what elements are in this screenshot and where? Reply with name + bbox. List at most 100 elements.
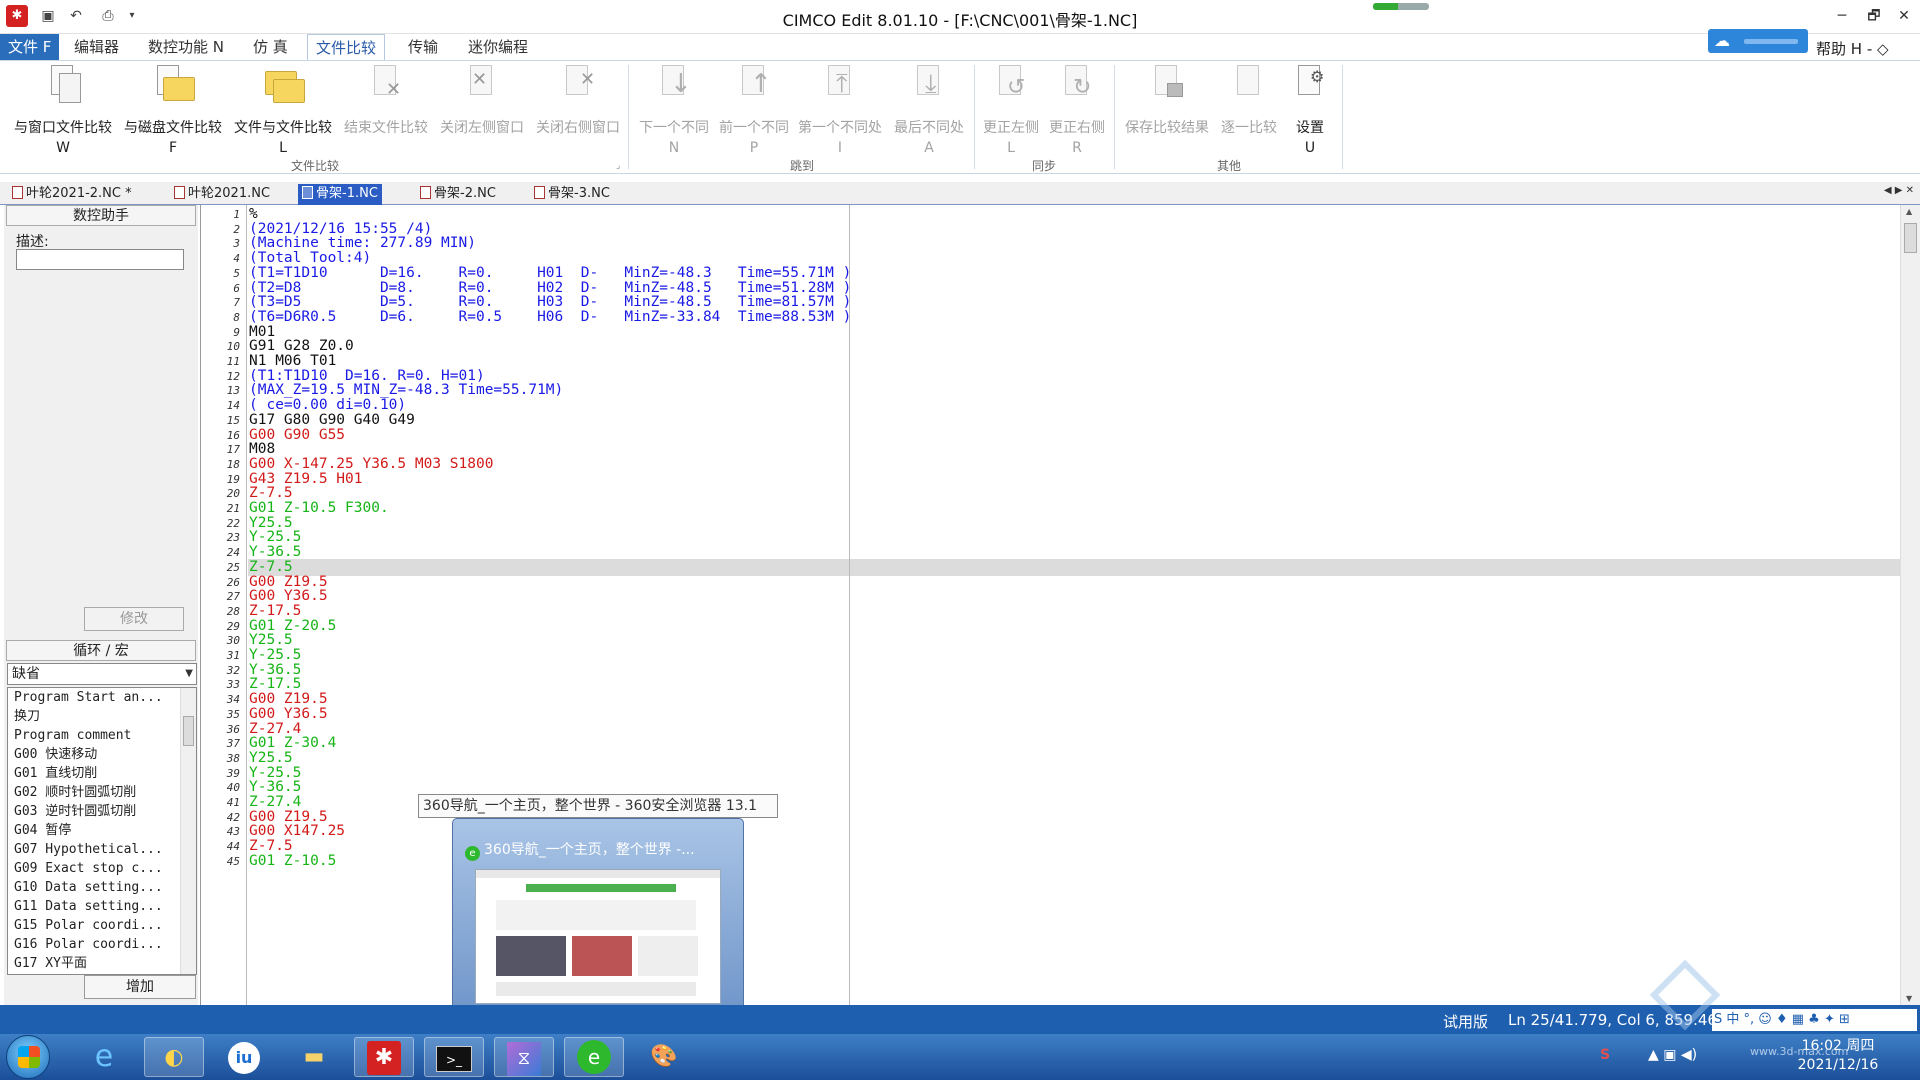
previous-difference-button[interactable]: ↑ 前一个不同 P [714,61,794,157]
correct-left-button[interactable]: ↺ 更正左侧 L [978,61,1044,157]
scroll-up-icon[interactable]: ▲ [1906,207,1912,216]
group-label-other: 其他 [1216,159,1241,173]
list-item[interactable]: G04 暂停 [8,821,168,840]
chevron-down-icon: ▼ [185,668,193,679]
list-item[interactable]: G16 Polar coordi... [8,935,168,954]
line-number: 19 [226,472,240,486]
terminal-icon[interactable]: >_ [424,1037,484,1077]
preview-title: 360导航_一个主页，整个世界 -... [484,842,695,858]
iw-icon[interactable]: iu [214,1037,274,1077]
tab-scroll-left-icon[interactable]: ◀ [1884,185,1892,196]
compare-with-disk-file-button[interactable]: 与磁盘文件比较 F [118,61,228,157]
line-number: 29 [226,619,240,633]
tab-transfer[interactable]: 传输 [400,34,446,60]
tray-icons[interactable]: ▲ ▣ ◀) [1648,1047,1697,1063]
assistant-title: 数控助手 [6,205,196,226]
tab-simulation[interactable]: 仿 真 [245,34,296,60]
list-item[interactable]: 换刀 [8,707,168,726]
doc-tab-impeller-2021-2[interactable]: 叶轮2021-2.NC * [8,184,136,205]
cycle-list[interactable]: Program Start an... 换刀 Program comment G… [7,687,197,975]
end-compare-button[interactable]: ✕ 结束文件比较 [338,61,434,157]
tab-nc-functions[interactable]: 数控功能 N [140,34,232,60]
line-number: 16 [226,428,240,442]
line-number: 20 [226,487,240,501]
line-number: 4 [233,252,240,266]
modify-button[interactable]: 修改 [84,607,184,631]
title-progress-bar [1373,3,1429,10]
list-item[interactable]: G01 直线切削 [8,764,168,783]
compare-with-window-button[interactable]: 与窗口文件比较 W [8,61,118,157]
close-right-window-button[interactable]: ✕ 关闭右侧窗口 [530,61,626,157]
line-number: 33 [226,678,240,692]
start-button[interactable] [6,1035,50,1079]
line-number: 24 [226,546,240,560]
description-input[interactable] [16,249,184,270]
list-item[interactable]: G10 Data setting... [8,878,168,897]
vs-icon[interactable]: ⧖ [494,1037,554,1077]
tab-file[interactable]: 文件 F [0,34,60,60]
close-button[interactable]: ✕ [1888,4,1920,28]
app-swirl-icon[interactable]: ◐ [144,1037,204,1077]
help-menu[interactable]: 帮助 H [1816,40,1862,58]
doc-tab-frame-1[interactable]: 骨架-1.NC [298,184,382,205]
nc-file-icon [302,186,313,199]
minimize-button[interactable]: ─ [1826,4,1858,28]
cloud-sync-button[interactable]: ☁ [1708,29,1808,53]
tab-mini-programming[interactable]: 迷你编程 [460,34,536,60]
correct-right-button[interactable]: ↻ 更正右侧 R [1044,61,1110,157]
browser-360-icon[interactable]: e [564,1037,624,1077]
line-number: 44 [226,840,240,854]
list-item[interactable]: G03 逆时针圆弧切削 [8,802,168,821]
save-compare-result-button[interactable]: 保存比较结果 [1118,61,1216,157]
list-item[interactable]: G07 Hypothetical... [8,840,168,859]
add-button[interactable]: 增加 [84,975,196,999]
last-difference-button[interactable]: ⤓ 最后不同处 A [886,61,972,157]
list-item[interactable]: Program Start an... [8,688,168,707]
paint-icon[interactable]: 🎨 [634,1037,694,1077]
help-extras[interactable]: - ◇ [1867,40,1889,58]
restore-button[interactable]: 🗗 [1858,4,1890,28]
list-item[interactable]: G11 Data setting... [8,897,168,916]
watermark-text: www.3d-max.com [1750,1045,1849,1058]
next-difference-button[interactable]: ↓ 下一个不同 N [634,61,714,157]
settings-button[interactable]: ⚙ 设置 U [1282,61,1338,157]
doc-tab-impeller-2021[interactable]: 叶轮2021.NC [170,184,274,205]
list-item[interactable]: G00 快速移动 [8,745,168,764]
cloud-icon: ☁ [1714,31,1730,50]
ribbon: 与窗口文件比较 W 与磁盘文件比较 F 文件与文件比较 L ✕ 结束文件比较 ✕… [0,60,1920,174]
folder-icon[interactable]: ▬ [284,1037,344,1077]
document-tabs: 叶轮2021-2.NC * 叶轮2021.NC 骨架-1.NC 骨架-2.NC … [0,182,1920,205]
close-left-window-button[interactable]: ✕ 关闭左侧窗口 [434,61,530,157]
cycle-set-select[interactable]: 缺省 ▼ [7,663,197,685]
editor-scrollbar[interactable]: ▲ ▼ [1900,205,1920,1005]
group-label-sync: 同步 [1031,159,1056,173]
sogou-ime-icon[interactable]: S [1600,1047,1610,1063]
first-difference-button[interactable]: ⤒ 第一个不同处 I [794,61,886,157]
window-title: CIMCO Edit 8.01.10 - [F:\CNC\001\骨架-1.NC… [782,11,1138,30]
taskbar-thumbnail-preview[interactable]: e 360导航_一个主页，整个世界 -... [452,818,744,1020]
doc-tab-frame-2[interactable]: 骨架-2.NC [416,184,500,205]
code-line[interactable]: (T6=D6R0.5 D=6. R=0.5 H06 D- MinZ=-33.84… [249,308,851,326]
cycle-list-scrollbar[interactable] [180,688,196,974]
ie-icon[interactable]: e [74,1037,134,1077]
prev-diff-icon: ↑ [736,65,772,105]
cimco-icon[interactable]: ✱ [354,1037,414,1077]
compare-file-to-file-button[interactable]: 文件与文件比较 L [228,61,338,157]
scroll-down-icon[interactable]: ▼ [1906,994,1912,1003]
step-compare-button[interactable]: 逐一比较 [1216,61,1282,157]
line-number: 25 [226,560,240,574]
code-line[interactable]: G01 Z-10.5 [249,852,336,870]
list-item[interactable]: Program comment [8,726,168,745]
doc-tab-frame-3[interactable]: 骨架-3.NC [530,184,614,205]
list-item[interactable]: G02 顺时针圆弧切削 [8,783,168,802]
tab-close-icon[interactable]: ✕ [1906,185,1914,196]
list-item[interactable]: G09 Exact stop c... [8,859,168,878]
line-number: 23 [226,531,240,545]
tab-file-compare[interactable]: 文件比较 [307,34,386,60]
list-item[interactable]: G15 Polar coordi... [8,916,168,935]
tab-editor[interactable]: 编辑器 [66,34,127,60]
ime-toolbar[interactable]: S 中 °, ☺ ♦ ▦ ♣ ✦ ⊞ [1712,1009,1917,1031]
group-launcher-icon[interactable]: ⌟ [616,161,620,171]
list-item[interactable]: G17 XY平面 [8,954,168,973]
tab-scroll-right-icon[interactable]: ▶ [1895,185,1903,196]
